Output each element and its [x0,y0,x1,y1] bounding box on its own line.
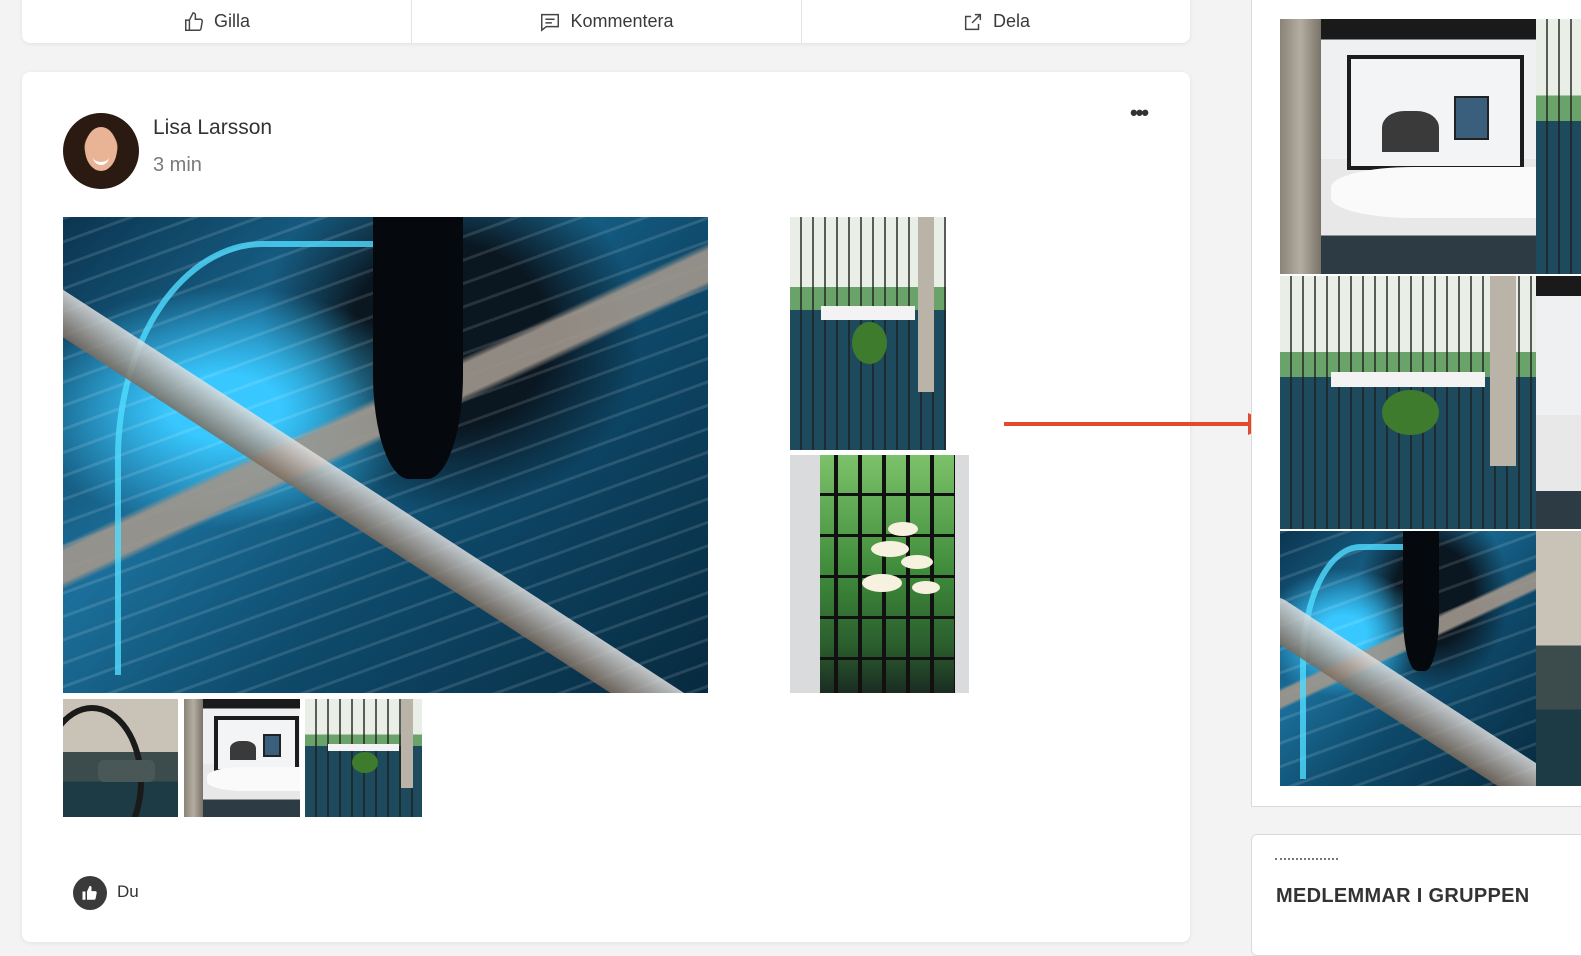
share-label: Dela [992,11,1031,31]
post-timestamp: 3 min [153,154,202,176]
thumbs-up-icon [183,11,205,33]
liked-by-text[interactable]: Du [117,882,139,902]
post-action-bar: Gilla Kommentera Dela [22,0,1190,43]
share-button[interactable]: Dela [802,0,1190,43]
section-divider [1275,858,1338,860]
post-image-thumbnail[interactable] [184,699,300,817]
post-image-thumbnail[interactable] [305,699,422,817]
like-button[interactable]: Gilla [22,0,411,43]
comment-button[interactable]: Kommentera [412,0,801,43]
gallery-image[interactable] [1536,276,1581,529]
gallery-preview-panel [1251,0,1581,807]
gallery-image[interactable] [1280,531,1536,786]
gallery-image[interactable] [1280,276,1536,529]
gallery-image[interactable] [1536,531,1581,786]
like-badge-icon [73,876,107,910]
post-image-thumbnail[interactable] [63,699,178,817]
post-card: Lisa Larsson 3 min ••• Du [22,72,1190,942]
share-icon [962,11,984,33]
members-heading: MEDLEMMAR I GRUPPEN [1276,885,1530,907]
group-members-card: MEDLEMMAR I GRUPPEN [1251,834,1581,956]
avatar[interactable] [63,113,139,189]
comment-icon [539,11,561,33]
like-label: Gilla [213,11,250,31]
post-image-main[interactable] [63,217,708,693]
gallery-image[interactable] [1280,19,1536,274]
post-image-side[interactable] [790,455,969,693]
post-image-side[interactable] [790,217,946,450]
gallery-image[interactable] [1536,19,1581,274]
comment-label: Kommentera [570,11,674,31]
more-options-icon[interactable]: ••• [1130,100,1149,126]
arrow-right-icon [1004,413,1272,435]
post-author[interactable]: Lisa Larsson [153,116,272,140]
